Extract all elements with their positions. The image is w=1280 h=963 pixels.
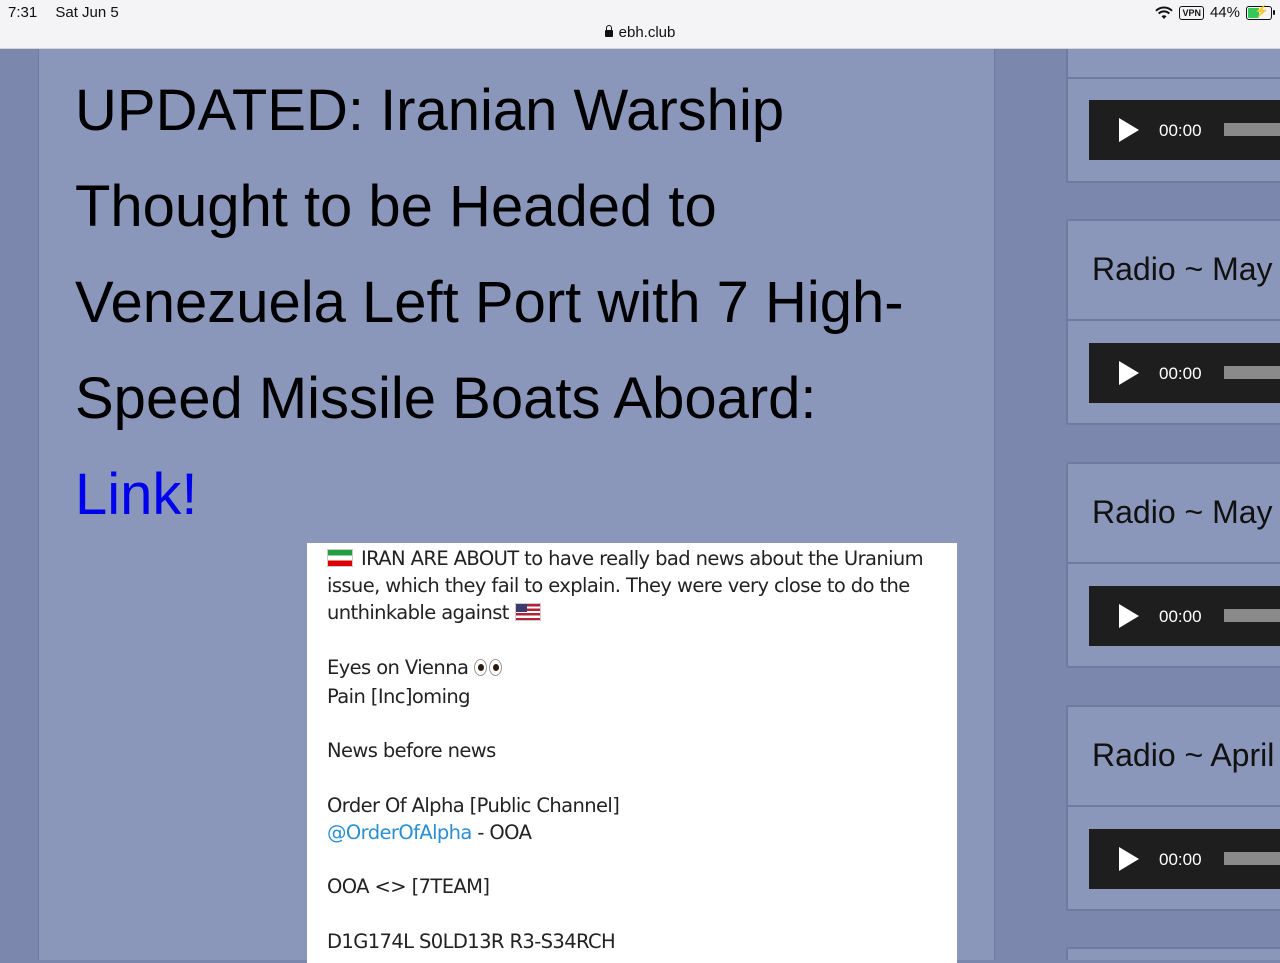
url-text: ebh.club [618,24,676,41]
radio-widget-0: 00:00 [1066,49,1280,183]
battery-icon: ⚡ [1246,3,1275,20]
player-progress-bar[interactable] [1224,123,1280,136]
embed-line-2a: Eyes on Vienna [327,655,469,679]
player-time: 00:00 [1159,607,1202,626]
embed-line-5: OOA <> [7TEAM] [327,875,490,899]
post-title: UPDATED: Iranian Warship Thought to be H… [75,78,904,431]
vpn-badge: VPN [1179,5,1204,20]
radio-widget-1: Radio ~ May 00:00 [1066,219,1280,425]
player-time: 00:00 [1159,850,1202,869]
embed-paragraph-4: Order Of Alpha [Public Channel] @OrderOfA… [327,792,937,846]
sidebar: 00:00 Radio ~ May 00:00 Radio ~ May 00:0… [1066,49,1280,960]
player-time: 00:00 [1159,364,1202,383]
widget-divider [1068,77,1280,79]
us-flag-icon [514,603,541,622]
audio-player: 00:00 [1089,829,1280,889]
embed-paragraph-6: D1G174L S0LD13R R3-S34RCH [327,928,937,955]
embed-line-3: News before news [327,739,496,763]
play-icon[interactable] [1119,361,1139,385]
play-icon[interactable] [1119,847,1139,871]
embed-line-1: IRAN ARE ABOUT to have really bad news a… [327,547,924,625]
lock-icon [604,25,613,37]
audio-player: 00:00 [1089,343,1280,403]
embed-paragraph-2: Eyes on Vienna Pain [Inc]oming [327,654,937,710]
status-date: Sat Jun 5 [55,4,119,21]
widget-divider [1068,562,1280,564]
embed-paragraph-5: OOA <> [7TEAM] [327,873,937,900]
browser-top-bar: 7:31 Sat Jun 5 VPN 44% ⚡ ebh.club [0,0,1280,49]
radio-widget-4 [1066,947,1280,960]
widget-divider [1068,319,1280,321]
widget-divider [1068,805,1280,807]
audio-player: 00:00 [1089,100,1280,160]
status-bar-right: VPN 44% ⚡ [1155,3,1275,21]
radio-widget-2: Radio ~ May 00:00 [1066,462,1280,668]
embed-line-4-suffix: - OOA [471,820,532,844]
main-content: UPDATED: Iranian Warship Thought to be H… [38,49,995,963]
charging-bolt-icon: ⚡ [1254,3,1269,18]
telegram-screenshot-image: IRAN ARE ABOUT to have really bad news a… [307,543,957,963]
audio-player: 00:00 [1089,586,1280,646]
player-time: 00:00 [1159,121,1202,140]
telegram-handle-link[interactable]: @OrderOfAlpha [327,821,472,844]
embed-line-6: D1G174L S0LD13R R3-S34RCH [327,929,616,953]
embed-paragraph-3: News before news [327,737,937,764]
widget-title: Radio ~ April [1092,737,1275,773]
embed-line-4a: Order Of Alpha [Public Channel] [327,793,620,817]
player-progress-bar[interactable] [1224,366,1280,379]
radio-widget-3: Radio ~ April 00:00 [1066,705,1280,911]
widget-title: Radio ~ May [1092,251,1273,287]
post-link[interactable]: Link! [75,447,198,543]
play-icon[interactable] [1119,604,1139,628]
status-bar-left: 7:31 Sat Jun 5 [8,4,133,21]
player-progress-bar[interactable] [1224,852,1280,865]
status-time: 7:31 [8,4,38,21]
player-progress-bar[interactable] [1224,609,1280,622]
embed-line-2b: Pain [Inc]oming [327,685,471,708]
wifi-icon [1155,6,1174,19]
embed-text: IRAN ARE ABOUT to have really bad news a… [307,543,957,955]
address-bar[interactable]: ebh.club [0,24,1280,41]
play-icon[interactable] [1119,118,1139,142]
battery-percent: 44% [1209,4,1240,21]
embed-paragraph-1: IRAN ARE ABOUT to have really bad news a… [327,545,937,627]
eyes-icon [474,656,504,683]
iran-flag-icon [327,549,353,567]
widget-title: Radio ~ May [1092,494,1273,530]
